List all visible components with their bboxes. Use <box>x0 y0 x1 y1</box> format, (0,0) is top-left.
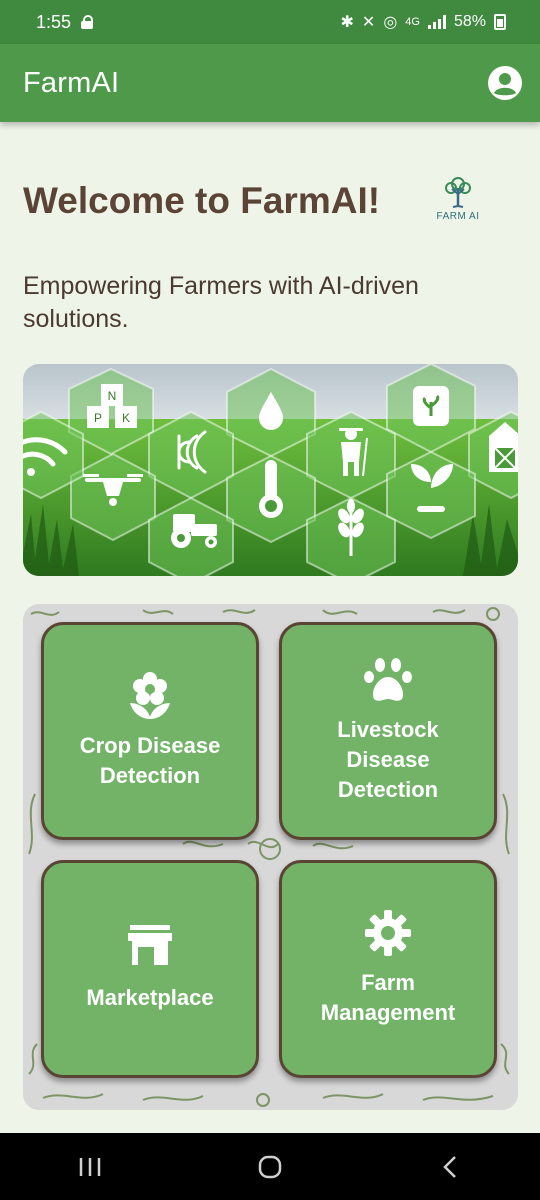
marketplace-tile[interactable]: Marketplace <box>41 860 259 1078</box>
farm-management-tile[interactable]: Farm Management <box>279 860 497 1078</box>
lock-icon <box>81 15 94 29</box>
status-left: 1:55 <box>36 11 94 33</box>
status-right: ✱ ✕ ◎ 4G 58% <box>340 12 506 32</box>
back-button[interactable] <box>420 1147 480 1187</box>
status-time: 1:55 <box>36 11 72 32</box>
network-type: 4G <box>405 16 420 28</box>
signal-icon <box>427 15 446 29</box>
tile-label: Farm Management <box>320 970 456 1025</box>
fertilizer-bag-icon <box>413 386 449 426</box>
bluetooth-icon: ✱ <box>340 14 354 31</box>
npk-n: N <box>108 389 117 403</box>
tile-label: Livestock Disease Detection <box>337 717 439 802</box>
home-button[interactable] <box>240 1147 300 1187</box>
logo-text: FARM AI <box>436 211 480 222</box>
npk-p: P <box>94 411 102 425</box>
recent-apps-button[interactable] <box>60 1147 120 1187</box>
feature-grid: Crop Disease Detection Livestock Disease… <box>23 604 518 1110</box>
tagline: Empowering Farmers with AI-driven soluti… <box>23 272 419 333</box>
flower-icon <box>130 672 170 719</box>
tile-label: Marketplace <box>86 985 214 1010</box>
app-title: FarmAI <box>23 66 120 99</box>
smart-farming-banner: N P K <box>23 364 518 576</box>
system-nav-bar <box>0 1133 540 1200</box>
welcome-row: Welcome to FarmAI! FARM AI <box>23 170 503 240</box>
battery-level: 58% <box>453 13 486 30</box>
status-bar: 1:55 ✱ ✕ ◎ 4G 58% <box>0 0 540 44</box>
hotspot-icon: ◎ <box>383 14 398 31</box>
npk-k: K <box>122 411 130 425</box>
back-icon <box>443 1155 456 1178</box>
banner-illustration: N P K <box>23 364 518 576</box>
recents-icon <box>79 1157 101 1176</box>
battery-icon <box>494 14 506 30</box>
paw-icon <box>364 658 412 701</box>
store-icon <box>128 925 172 965</box>
tile-label: Crop Disease Detection <box>79 733 221 788</box>
crop-disease-detection-tile[interactable]: Crop Disease Detection <box>41 622 259 840</box>
account-button[interactable] <box>487 65 523 101</box>
welcome-title: Welcome to FarmAI! <box>23 180 381 221</box>
livestock-disease-detection-tile[interactable]: Livestock Disease Detection <box>279 622 497 840</box>
farm-ai-logo: FARM AI <box>427 174 489 230</box>
gear-icon <box>365 910 411 956</box>
account-icon <box>488 66 522 100</box>
home-icon <box>258 1155 282 1178</box>
app-bar: FarmAI <box>0 44 540 122</box>
mute-icon: ✕ <box>361 14 376 31</box>
tree-logo-icon <box>445 177 471 208</box>
